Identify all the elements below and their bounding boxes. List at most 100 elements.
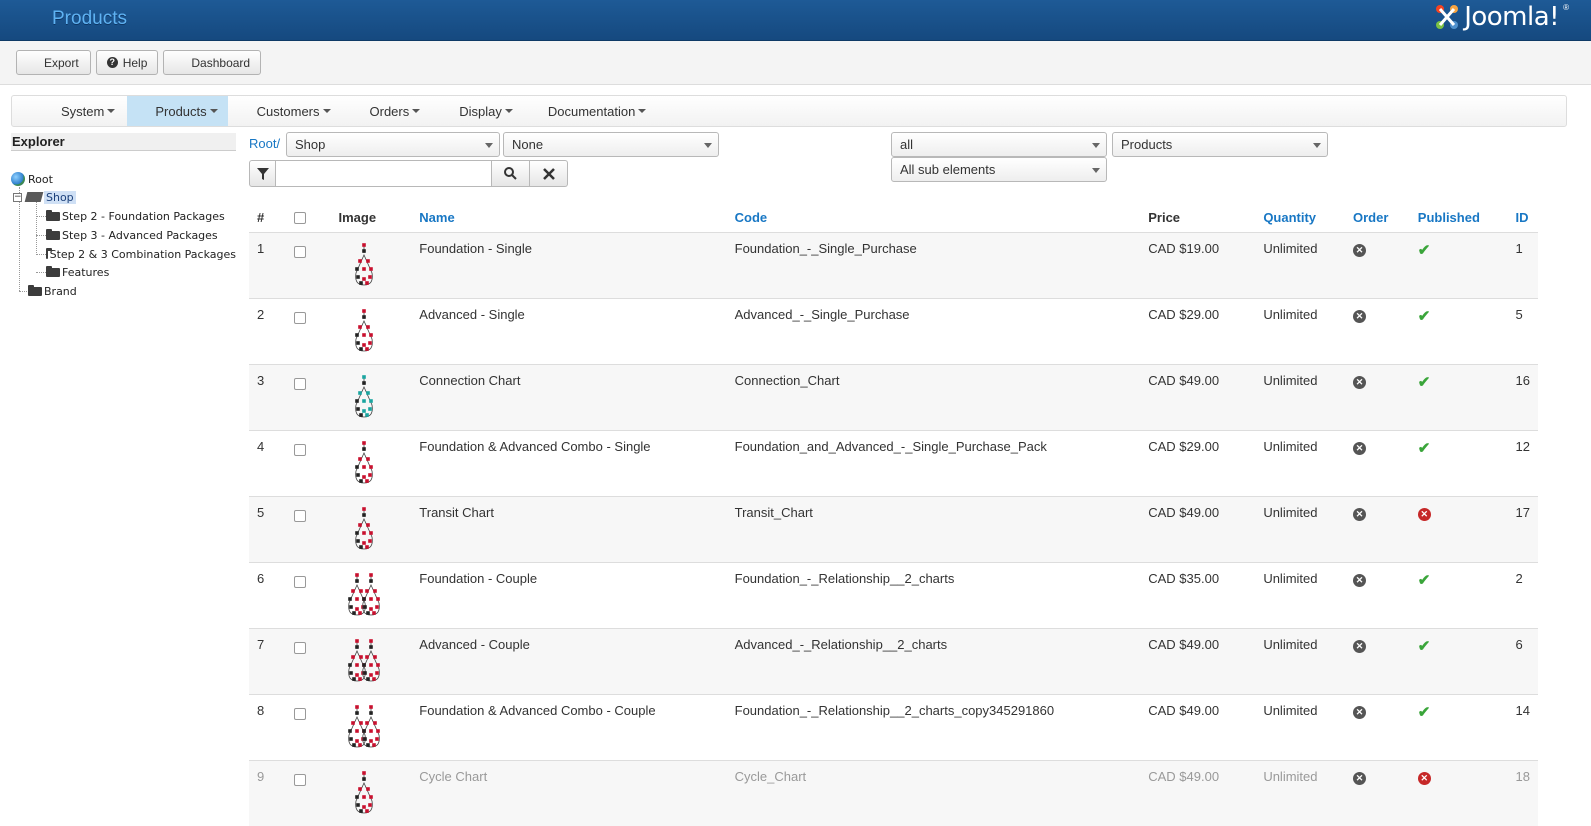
product-thumbnail[interactable] [339,569,389,619]
row-checkbox[interactable] [293,773,306,786]
checkmark-icon[interactable]: ✔ [1418,704,1431,721]
red-x-icon[interactable]: ✕ [1417,771,1431,785]
checkmark-icon[interactable]: ✔ [1418,374,1431,391]
product-name[interactable]: Advanced - Single [411,297,727,364]
circle-x-icon[interactable]: ✕ [1353,375,1366,389]
menu-customers[interactable]: Customers [228,96,343,126]
search-button[interactable] [492,160,530,187]
clear-search-button[interactable] [530,160,568,187]
product-thumbnail[interactable] [339,305,389,355]
search-input[interactable] [276,160,492,187]
red-x-icon[interactable]: ✕ [1417,507,1431,521]
row-checkbox[interactable] [293,311,306,324]
tree-node-step23[interactable]: Step 2 & 3 Combination Packages [46,245,236,263]
col-header-published[interactable]: Published [1410,203,1508,232]
menu-orders[interactable]: Orders [343,96,433,126]
checkmark-icon[interactable]: ✔ [1418,440,1431,457]
row-checkbox[interactable] [293,245,306,258]
table-row[interactable]: 9 Cycle Chart Cycle_Chart CAD $49.00 Unlimit… [249,759,1538,826]
col-header-name[interactable]: Name [411,203,726,232]
product-name[interactable]: Foundation - Single [411,231,727,298]
product-thumbnail[interactable] [339,437,389,487]
filter-icon[interactable] [249,160,276,187]
collapse-icon[interactable]: − [13,192,22,202]
circle-x-icon[interactable]: ✕ [1353,507,1366,521]
checkmark-icon[interactable]: ✔ [1418,242,1431,259]
checkmark-icon[interactable]: ✔ [1418,572,1431,589]
col-header-code[interactable]: Code [727,203,1141,232]
row-checkbox[interactable] [293,377,306,390]
row-checkbox[interactable] [293,641,306,654]
circle-x-icon[interactable]: ✕ [1353,441,1366,455]
product-thumbnail[interactable] [339,701,389,751]
joomla-logo[interactable]: Joomla! ® [1432,2,1569,32]
row-checkbox[interactable] [293,509,306,522]
product-name[interactable]: Transit Chart [411,495,727,562]
checkmark-icon[interactable]: ✔ [1418,638,1431,655]
menu-system-label: System [61,103,105,119]
table-row[interactable]: 6 Foundation - Couple Foundation_-_Relatio… [249,561,1538,628]
table-row[interactable]: 3 Connection Chart Connection_Chart CAD $49… [249,363,1538,430]
breadcrumb-root-link[interactable]: Root/ [249,136,280,151]
table-row[interactable]: 1 Foundation - Single Foundation_-_Single_… [249,231,1538,298]
category-select[interactable]: Shop [286,132,500,157]
col-header-quantity[interactable]: Quantity [1255,203,1345,232]
table-row[interactable]: 4 Foundation & Advanced Combo - Single Fou… [249,429,1538,496]
export-button[interactable]: Export [16,50,91,75]
tree-node-features[interactable]: Features [46,263,109,281]
row-checkbox-cell [285,363,331,430]
tree-node-brand[interactable]: Brand [28,282,77,300]
product-name[interactable]: Cycle Chart [411,759,727,826]
product-name[interactable]: Connection Chart [411,363,727,430]
row-checkbox[interactable] [293,443,306,456]
product-name[interactable]: Foundation - Couple [411,561,727,628]
circle-x-icon[interactable]: ✕ [1353,309,1366,323]
tree-node-label: Step 3 - Advanced Packages [62,228,218,242]
table-row[interactable]: 2 Advanced - Single Advanced_-_Single_Purc… [249,297,1538,364]
product-name[interactable]: Foundation & Advanced Combo - Single [411,429,727,496]
circle-x-icon[interactable]: ✕ [1353,705,1366,719]
tree-node-shop[interactable]: − Shop [13,188,76,206]
row-number: 1 [249,231,286,298]
type-select[interactable]: Products [1112,132,1328,157]
help-icon: ? [106,57,118,68]
product-image-cell [330,759,412,826]
table-row[interactable]: 8 Foundation & Advanced Combo - Couple Fou… [249,693,1538,760]
col-header-order[interactable]: Order [1345,203,1410,232]
tree-node-step2[interactable]: Step 2 - Foundation Packages [46,207,225,225]
menu-documentation[interactable]: Documentation [525,96,658,126]
product-thumbnail[interactable] [339,767,389,817]
help-button[interactable]: ? Help [95,50,159,75]
table-row[interactable]: 5 Transit Chart Transit_Chart CAD $49.00 Unl… [249,495,1538,562]
folder-icon [46,247,51,259]
product-thumbnail[interactable] [339,371,389,421]
all-select[interactable]: all [891,132,1107,157]
menu-products[interactable]: Products [127,96,228,126]
circle-x-icon[interactable]: ✕ [1353,243,1366,257]
row-checkbox[interactable] [293,575,306,588]
circle-x-icon[interactable]: ✕ [1353,771,1366,785]
product-name[interactable]: Foundation & Advanced Combo - Couple [411,693,727,760]
product-thumbnail[interactable] [339,503,389,553]
checkmark-icon[interactable]: ✔ [1418,308,1431,325]
tree-node-root[interactable]: Root [11,170,53,188]
circle-x-icon[interactable]: ✕ [1353,573,1366,587]
tree-node-step3[interactable]: Step 3 - Advanced Packages [46,226,218,244]
dashboard-button[interactable]: Dashboard [163,50,262,75]
tree-node-label: Features [62,265,110,279]
product-thumbnail[interactable] [339,635,389,685]
explorer-title: Explorer [11,133,236,151]
select-all-checkbox[interactable] [293,212,306,225]
row-checkbox[interactable] [293,707,306,720]
menu-display[interactable]: Display [432,96,525,126]
table-row[interactable]: 7 Advanced - Couple Advanced_-_Relationshi… [249,627,1538,694]
product-thumbnail[interactable] [339,239,389,289]
circle-x-icon[interactable]: ✕ [1353,639,1366,653]
none-select[interactable]: None [503,132,719,157]
product-name[interactable]: Advanced - Couple [411,627,727,694]
product-id: 6 [1507,627,1538,694]
sub-elements-select[interactable]: All sub elements [891,157,1107,182]
table-body: 1 Foundation - Single Foundation_-_Single_… [249,231,1538,826]
menu-system[interactable]: System [49,96,127,126]
col-header-id[interactable]: ID [1508,203,1538,232]
